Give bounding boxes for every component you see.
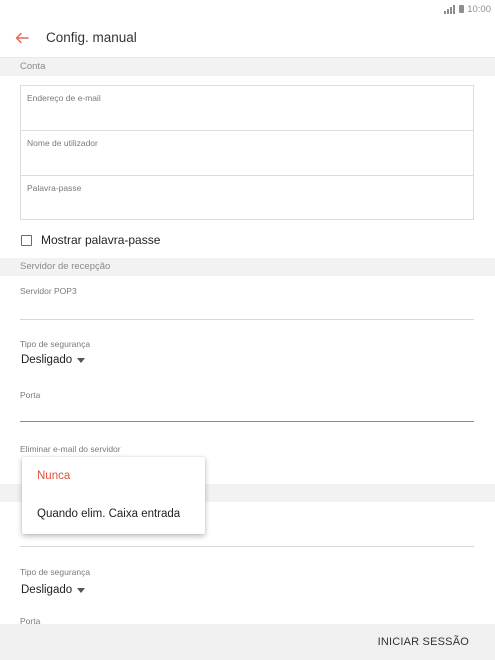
pop3-server-field[interactable]: Servidor POP3	[20, 286, 474, 296]
bottom-bar: INICIAR SESSÃO	[0, 624, 495, 660]
app-bar: Config. manual	[0, 18, 495, 58]
dropdown-caret-icon	[77, 587, 86, 593]
email-field[interactable]: Endereço de e-mail	[21, 86, 473, 131]
outgoing-security-dropdown[interactable]: Desligado	[21, 584, 86, 596]
incoming-port-underline	[20, 421, 474, 422]
delete-email-label: Eliminar e-mail do servidor	[20, 444, 121, 454]
pop3-server-underline	[20, 319, 474, 320]
back-button[interactable]	[2, 18, 42, 57]
arrow-left-icon	[15, 32, 29, 43]
outgoing-security-value: Desligado	[21, 584, 73, 596]
show-password-checkbox[interactable]	[21, 234, 32, 246]
incoming-port-field[interactable]: Porta	[20, 390, 474, 400]
delete-email-menu: Nunca Quando elim. Caixa entrada	[22, 457, 205, 534]
outgoing-security-field: Tipo de segurança	[20, 567, 474, 577]
show-password-label: Mostrar palavra-passe	[41, 233, 161, 247]
battery-icon	[459, 5, 465, 13]
section-header-account: Conta	[0, 58, 495, 76]
status-time: 10:00	[467, 3, 491, 15]
menu-option-when-deleted-from-inbox[interactable]: Quando elim. Caixa entrada	[22, 495, 205, 533]
signal-icon	[444, 4, 456, 14]
incoming-security-dropdown[interactable]: Desligado	[21, 354, 86, 366]
incoming-security-label: Tipo de segurança	[20, 339, 91, 349]
username-field-label: Nome de utilizador	[27, 138, 98, 148]
incoming-security-value: Desligado	[21, 354, 73, 366]
email-field-label: Endereço de e-mail	[27, 93, 101, 103]
incoming-port-label: Porta	[20, 390, 41, 400]
dropdown-caret-icon	[77, 357, 86, 363]
account-fields: Endereço de e-mail Nome de utilizador Pa…	[20, 85, 474, 220]
outgoing-security-label: Tipo de segurança	[20, 567, 91, 577]
status-bar: 10:00	[0, 0, 495, 18]
incoming-security-field: Tipo de segurança	[20, 339, 474, 349]
delete-email-field: Eliminar e-mail do servidor	[20, 444, 474, 454]
password-field[interactable]: Palavra-passe	[21, 176, 473, 221]
show-password-toggle[interactable]: Mostrar palavra-passe	[21, 232, 160, 248]
page-title: Config. manual	[46, 30, 137, 45]
username-field[interactable]: Nome de utilizador	[21, 131, 473, 176]
sign-in-button[interactable]: INICIAR SESSÃO	[378, 636, 469, 648]
section-header-incoming: Servidor de recepção	[0, 258, 495, 276]
smtp-server-underline	[20, 546, 474, 547]
password-field-label: Palavra-passe	[27, 183, 82, 193]
pop3-server-label: Servidor POP3	[20, 286, 77, 296]
menu-option-never[interactable]: Nunca	[22, 457, 205, 495]
